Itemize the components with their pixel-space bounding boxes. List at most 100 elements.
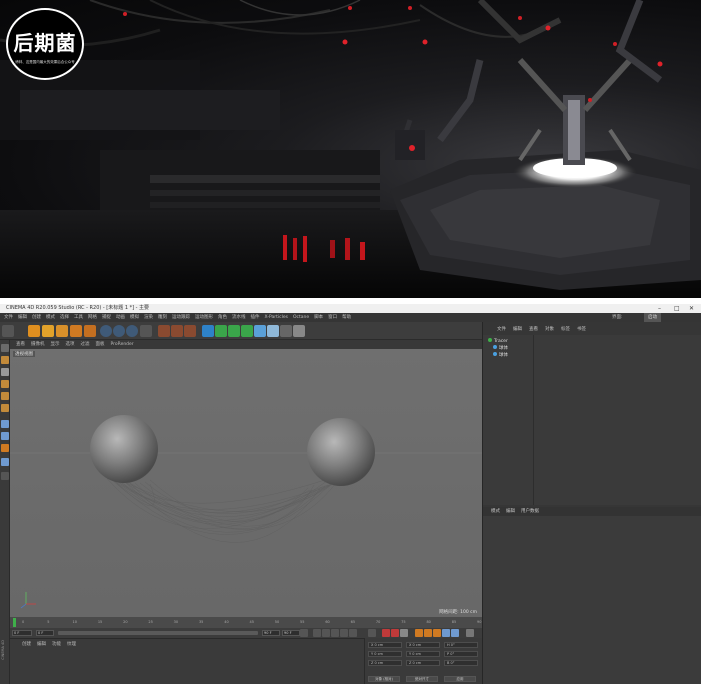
make-editable-icon[interactable] <box>1 344 9 352</box>
menu-item-6[interactable]: 网格 <box>88 315 97 320</box>
material-menu-item-1[interactable]: 编辑 <box>37 642 46 647</box>
menu-item-17[interactable]: X-Particles <box>265 315 288 320</box>
object-menu-item-2[interactable]: 查看 <box>529 327 538 332</box>
viewport[interactable]: 透视视图 网格间距: 100 cm <box>10 349 482 617</box>
texture-mode-icon[interactable] <box>1 368 9 376</box>
go-to-end-icon[interactable] <box>368 629 376 637</box>
absolute-size-select[interactable]: 绝对尺寸 <box>406 676 438 682</box>
object-row[interactable]: 球体 <box>493 352 508 358</box>
menu-item-21[interactable]: 帮助 <box>342 315 351 320</box>
snap-icon[interactable] <box>1 444 9 452</box>
recent-tool-icon[interactable] <box>84 325 96 337</box>
object-menu-item-4[interactable]: 标签 <box>561 327 570 332</box>
select-icon[interactable] <box>28 325 40 337</box>
attribute-menu-item-1[interactable]: 编辑 <box>506 509 515 514</box>
workplane-icon[interactable] <box>1 458 9 466</box>
maximize-button[interactable]: □ <box>674 304 680 313</box>
playhead[interactable] <box>13 618 16 627</box>
material-menu-item-2[interactable]: 功能 <box>52 642 61 647</box>
key-parameter-icon[interactable] <box>442 629 450 637</box>
deformer-icon[interactable] <box>254 325 266 337</box>
sphere-left[interactable] <box>90 415 158 483</box>
prev-key-icon[interactable] <box>313 629 321 637</box>
rot-p-field[interactable]: P 0° <box>444 651 478 657</box>
menu-item-3[interactable]: 模式 <box>46 315 55 320</box>
next-frame-icon[interactable] <box>340 629 348 637</box>
record-icon[interactable] <box>382 629 390 637</box>
menu-item-14[interactable]: 角色 <box>218 315 227 320</box>
menu-item-10[interactable]: 渲染 <box>144 315 153 320</box>
render-view-icon[interactable] <box>158 325 170 337</box>
preview-end-field[interactable]: 90 F <box>262 630 280 636</box>
render-picture-icon[interactable] <box>171 325 183 337</box>
minimize-button[interactable]: – <box>658 304 661 313</box>
close-button[interactable]: ✕ <box>689 304 694 313</box>
menu-item-2[interactable]: 创建 <box>32 315 41 320</box>
menu-item-16[interactable]: 插件 <box>251 315 260 320</box>
rotate-icon[interactable] <box>70 325 82 337</box>
preview-start-field[interactable]: 0 F <box>36 630 54 636</box>
key-pla-icon[interactable] <box>451 629 459 637</box>
autokey-icon[interactable] <box>391 629 399 637</box>
go-to-start-icon[interactable] <box>300 629 308 637</box>
menu-item-5[interactable]: 工具 <box>74 315 83 320</box>
edges-mode-icon[interactable] <box>1 392 9 400</box>
menu-item-13[interactable]: 运动图形 <box>195 315 213 320</box>
key-rotation-icon[interactable] <box>433 629 441 637</box>
z-axis-icon[interactable] <box>126 325 138 337</box>
y-axis-icon[interactable] <box>113 325 125 337</box>
viewport-menu-item-6[interactable]: ProRender <box>111 342 134 347</box>
coordinate-system-icon[interactable] <box>140 325 152 337</box>
menu-item-1[interactable]: 编辑 <box>18 315 27 320</box>
object-menu-item-1[interactable]: 编辑 <box>513 327 522 332</box>
locked-workplane-icon[interactable] <box>1 472 9 480</box>
timeline-settings-icon[interactable] <box>466 629 474 637</box>
sphere-right[interactable] <box>307 418 375 486</box>
floor-icon[interactable] <box>267 325 279 337</box>
layout-select[interactable]: 启动 <box>644 313 661 322</box>
material-menu-item-3[interactable]: 纹理 <box>67 642 76 647</box>
light-icon[interactable] <box>293 325 305 337</box>
keyframe-selection-icon[interactable] <box>400 629 408 637</box>
viewport-menu-item-4[interactable]: 过滤 <box>81 342 90 347</box>
pos-x-field[interactable]: X 0 cm <box>368 642 402 648</box>
viewport-menu-item-3[interactable]: 选项 <box>66 342 75 347</box>
object-menu-item-3[interactable]: 对象 <box>545 327 554 332</box>
polygons-mode-icon[interactable] <box>1 404 9 412</box>
rot-b-field[interactable]: B 0° <box>444 660 478 666</box>
viewport-menu-item-1[interactable]: 摄像机 <box>31 342 45 347</box>
menu-item-4[interactable]: 选择 <box>60 315 69 320</box>
preview-range-slider[interactable] <box>58 631 258 635</box>
model-mode-icon[interactable] <box>1 356 9 364</box>
material-menu-item-0[interactable]: 创建 <box>22 642 31 647</box>
scale-icon[interactable] <box>56 325 68 337</box>
size-z-field[interactable]: Z 0 cm <box>406 660 440 666</box>
object-menu-item-0[interactable]: 文件 <box>497 327 506 332</box>
timeline-ruler[interactable]: 0 5 10 15 20 25 30 35 40 45 50 55 60 65 70 75 80 85 90 <box>10 617 482 628</box>
subdivision-icon[interactable] <box>228 325 240 337</box>
menu-item-11[interactable]: 雕刻 <box>158 315 167 320</box>
menu-item-18[interactable]: Octane <box>293 315 309 320</box>
pos-z-field[interactable]: Z 0 cm <box>368 660 402 666</box>
object-row[interactable]: Tracer <box>488 338 508 344</box>
x-axis-icon[interactable] <box>100 325 112 337</box>
camera-icon[interactable] <box>280 325 292 337</box>
attribute-menu-item-2[interactable]: 用户数据 <box>521 509 539 514</box>
viewport-menu-item-5[interactable]: 面板 <box>96 342 105 347</box>
end-frame-field[interactable]: 90 F <box>282 630 300 636</box>
menu-item-8[interactable]: 动画 <box>116 315 125 320</box>
menu-item-12[interactable]: 运动跟踪 <box>172 315 190 320</box>
object-relative-select[interactable]: 对象 (相对) <box>368 676 400 682</box>
menu-item-0[interactable]: 文件 <box>4 315 13 320</box>
next-key-icon[interactable] <box>349 629 357 637</box>
cloner-icon[interactable] <box>241 325 253 337</box>
pen-icon[interactable] <box>215 325 227 337</box>
menu-item-15[interactable]: 流水线 <box>232 315 246 320</box>
viewport-menu-item-0[interactable]: 查看 <box>16 342 25 347</box>
menu-item-9[interactable]: 模拟 <box>130 315 139 320</box>
pos-y-field[interactable]: Y 0 cm <box>368 651 402 657</box>
axis-mode-icon[interactable] <box>1 420 9 428</box>
object-row[interactable]: 球体 <box>493 345 508 351</box>
menu-item-19[interactable]: 脚本 <box>314 315 323 320</box>
size-x-field[interactable]: X 0 cm <box>406 642 440 648</box>
